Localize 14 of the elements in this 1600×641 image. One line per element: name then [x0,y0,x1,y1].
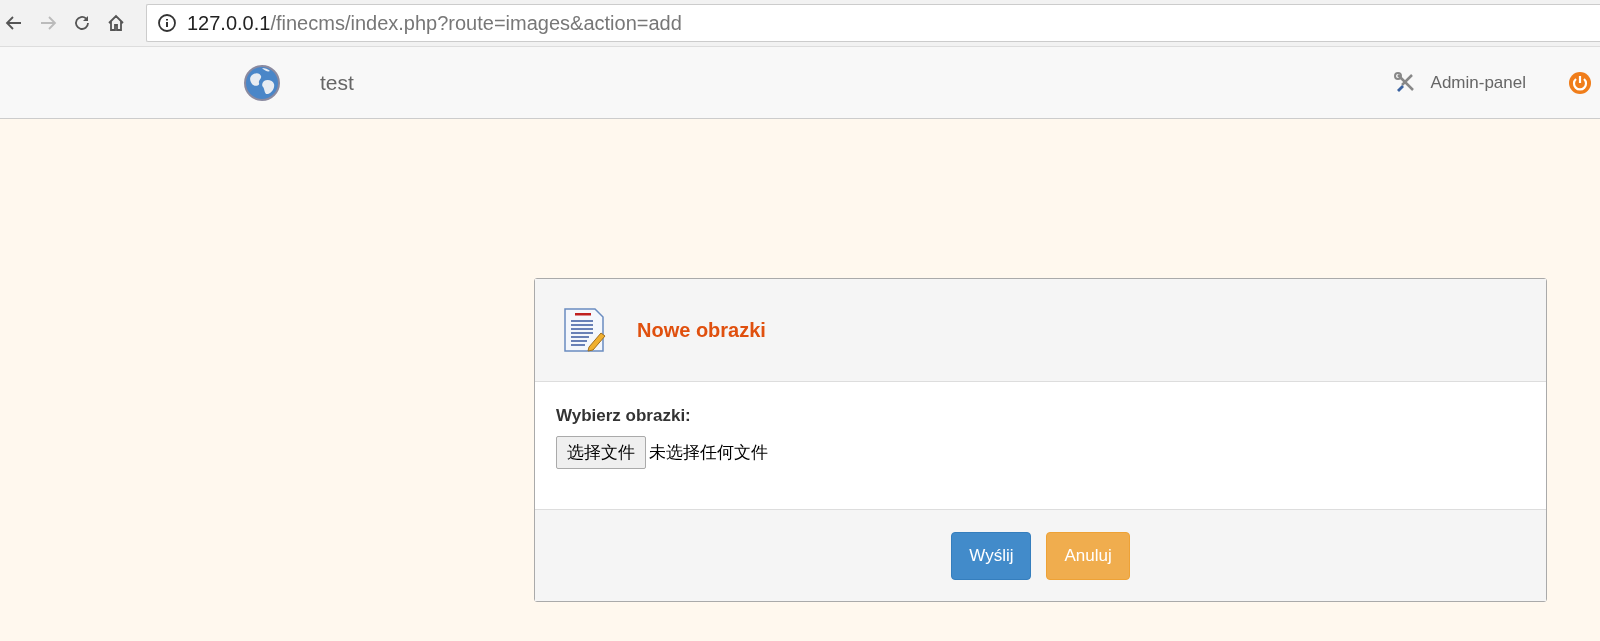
panel-title: Nowe obrazki [637,318,766,342]
site-name[interactable]: test [320,70,354,95]
admin-panel-link[interactable]: Admin-panel [1430,72,1526,93]
document-edit-icon [563,307,607,353]
globe-icon[interactable] [242,62,282,103]
power-icon[interactable] [1568,70,1592,95]
field-label: Wybierz obrazki: [556,406,692,426]
submit-button[interactable]: Wyślij [951,531,1032,580]
info-icon[interactable] [157,13,177,33]
reload-icon[interactable] [72,13,92,33]
choose-file-button[interactable]: 选择文件 [556,436,646,469]
address-bar[interactable]: 127.0.0.1/finecms/index.php?route=images&action=add [146,4,1600,42]
home-icon[interactable] [106,13,126,33]
file-status: 未选择任何文件 [649,442,768,464]
